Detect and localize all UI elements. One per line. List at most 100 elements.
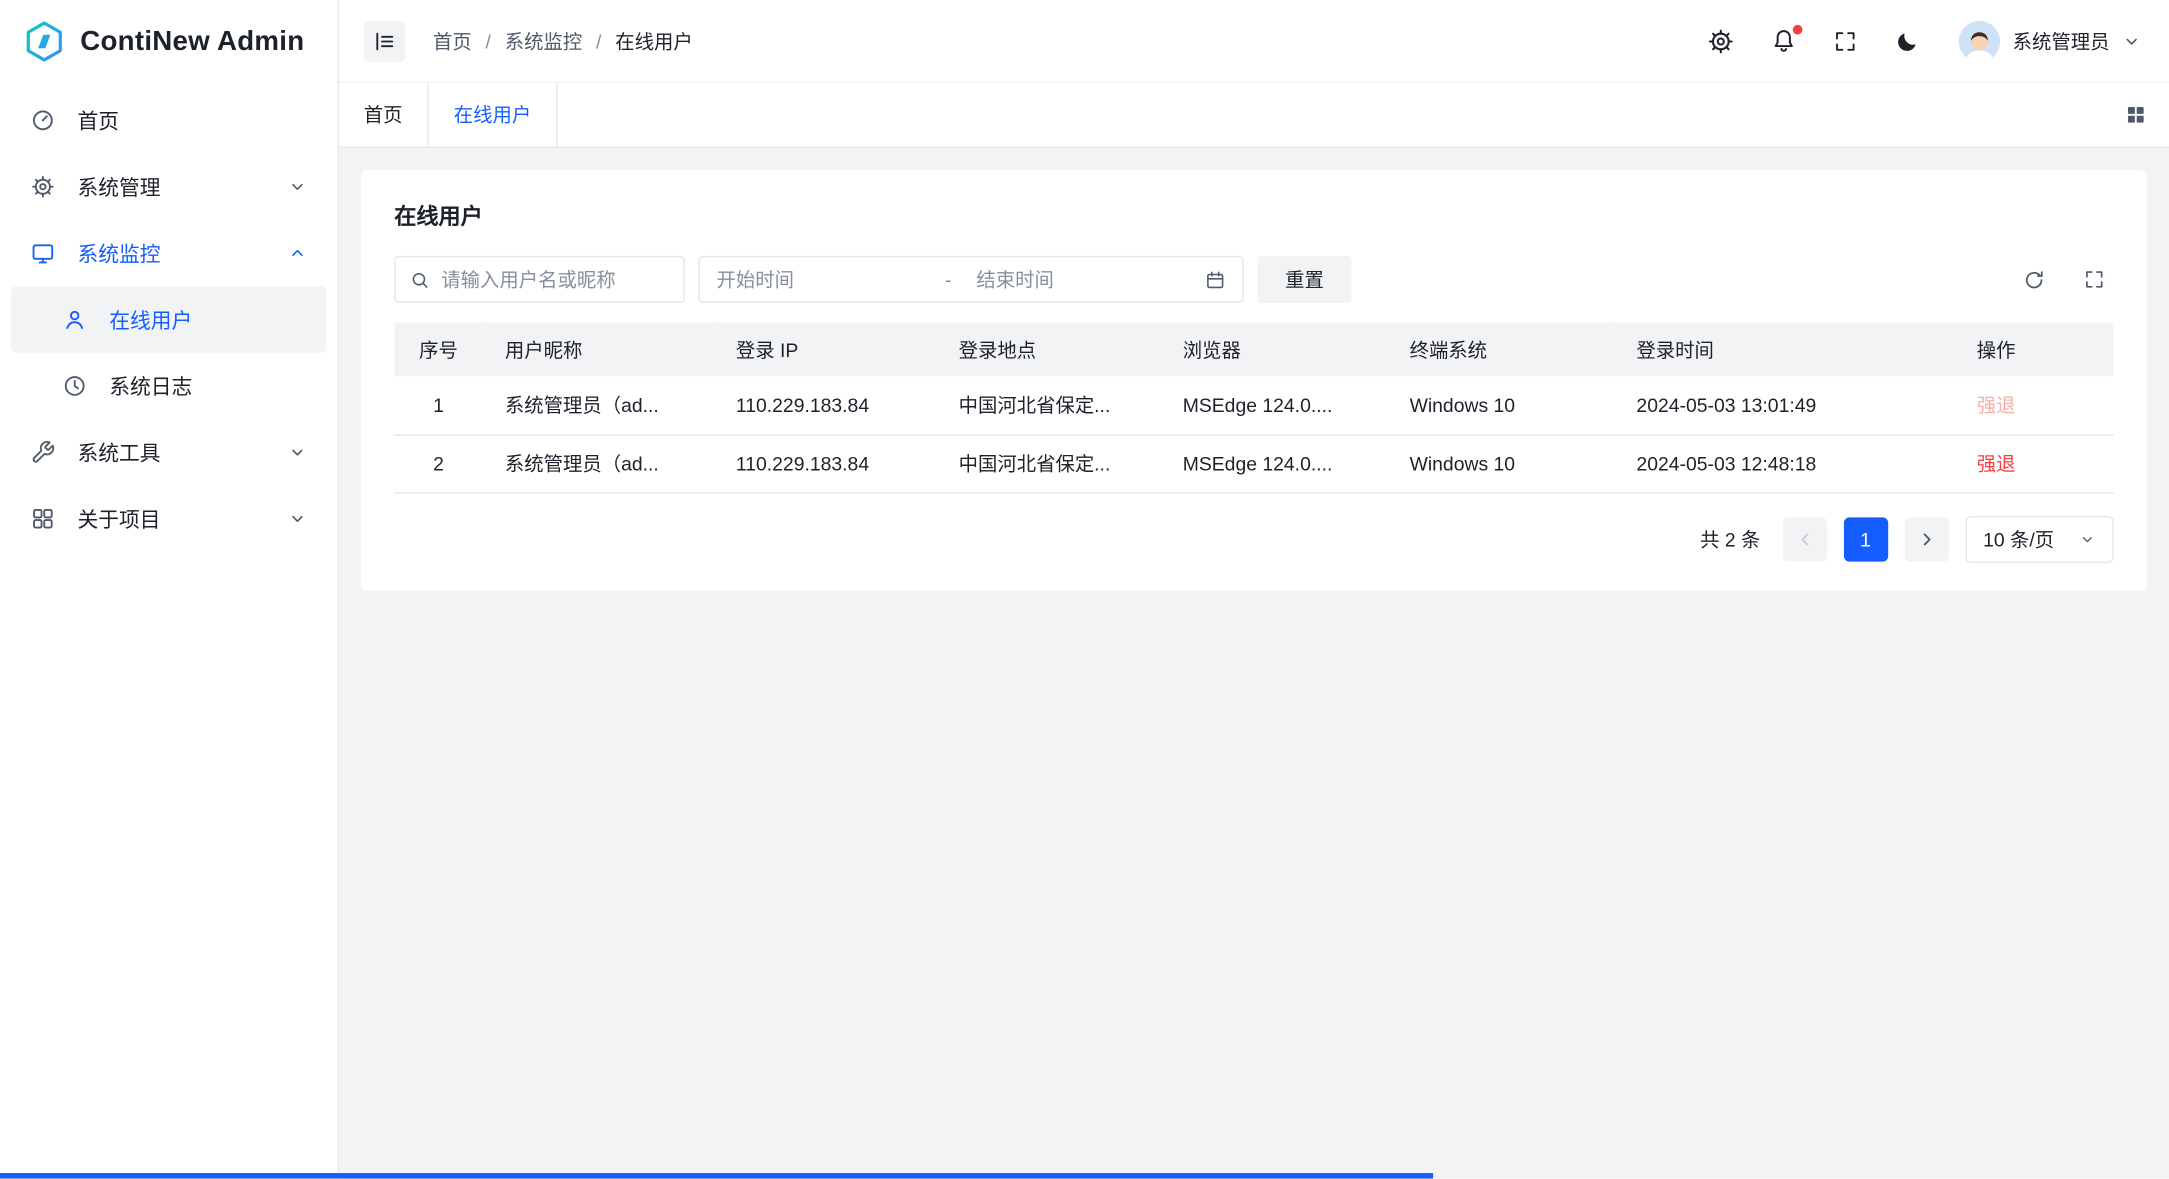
sidebar-item-system-management[interactable]: 系统管理 (11, 154, 326, 220)
sidebar-item-system-tools[interactable]: 系统工具 (11, 419, 326, 485)
column-header: 终端系统 (1387, 322, 1614, 376)
breadcrumb-separator: / (486, 30, 491, 52)
column-header: 登录 IP (714, 322, 937, 376)
notifications-icon[interactable] (1769, 27, 1797, 55)
cell-browser: MSEdge 124.0.... (1161, 434, 1388, 492)
table-header-row: 序号 用户昵称 登录 IP 登录地点 浏览器 终端系统 登录时间 操作 (394, 322, 2113, 376)
apps-icon (30, 506, 55, 531)
user-menu[interactable]: 系统管理员 (1959, 20, 2142, 61)
grid-icon[interactable] (2125, 104, 2147, 126)
sidebar-item-online-users[interactable]: 在线用户 (11, 286, 326, 352)
app-title: ContiNew Admin (80, 26, 304, 58)
chevron-up-icon (288, 243, 307, 262)
sidebar-item-about-project[interactable]: 关于项目 (11, 486, 326, 552)
tab-label: 首页 (364, 101, 403, 129)
online-users-card: 在线用户 开始时间 - (361, 170, 2147, 590)
sidebar-collapse-button[interactable] (364, 20, 405, 61)
search-input-field[interactable] (441, 268, 669, 290)
page-size-select[interactable]: 10 条/页 (1965, 515, 2114, 562)
chevron-down-icon (288, 443, 307, 462)
chevron-down-icon (2079, 530, 2096, 547)
sidebar-item-label: 系统日志 (109, 371, 192, 400)
cell-os: Windows 10 (1387, 376, 1614, 434)
date-range-picker[interactable]: 开始时间 - 结束时间 (699, 256, 1244, 303)
search-input[interactable] (394, 256, 684, 303)
logo-icon (22, 19, 66, 63)
tab-label: 在线用户 (454, 101, 531, 129)
sidebar-item-label: 首页 (77, 106, 119, 135)
sidebar-item-label: 关于项目 (77, 504, 160, 533)
tabbar: 首页 在线用户 (339, 83, 2169, 148)
cell-login-time: 2024-05-03 13:01:49 (1614, 376, 1954, 434)
tool-icon (30, 440, 55, 465)
cell-ip: 110.229.183.84 (714, 434, 937, 492)
pagination-total: 共 2 条 (1700, 525, 1760, 553)
sidebar-item-home[interactable]: 首页 (11, 87, 326, 153)
search-icon (409, 269, 430, 290)
next-page-button[interactable] (1904, 517, 1948, 561)
column-header: 登录时间 (1614, 322, 1954, 376)
page-1-button[interactable]: 1 (1843, 517, 1887, 561)
breadcrumb-item-system-monitor[interactable]: 系统监控 (505, 27, 582, 55)
column-header: 用户昵称 (483, 322, 714, 376)
notification-dot (1793, 24, 1803, 34)
refresh-icon[interactable] (2020, 266, 2048, 294)
chevron-down-icon (288, 177, 307, 196)
username-label: 系统管理员 (2013, 27, 2110, 55)
cell-nickname: 系统管理员（ad... (483, 434, 714, 492)
breadcrumb-item-home[interactable]: 首页 (433, 27, 472, 55)
avatar (1959, 20, 2000, 61)
dashboard-icon (30, 108, 55, 133)
topbar: 首页 / 系统监控 / 在线用户 (339, 0, 2169, 83)
chevron-down-icon (288, 509, 307, 528)
reset-button[interactable]: 重置 (1257, 256, 1351, 303)
page-title: 在线用户 (394, 198, 2113, 231)
date-range-separator: - (945, 268, 951, 290)
app-stage: ContiNew Admin 首页 (0, 0, 2169, 1179)
prev-page-button[interactable] (1783, 517, 1827, 561)
cell-nickname: 系统管理员（ad... (483, 376, 714, 434)
dark-mode-icon[interactable] (1894, 27, 1922, 55)
expand-icon[interactable] (2080, 266, 2108, 294)
force-logout-link[interactable]: 强退 (1977, 452, 2016, 474)
cell-location: 中国河北省保定... (936, 376, 1160, 434)
chevron-down-icon (2122, 31, 2141, 50)
cell-no: 1 (394, 376, 483, 434)
column-header: 浏览器 (1161, 322, 1388, 376)
content-area: 在线用户 开始时间 - (339, 148, 2169, 1179)
sidebar-item-system-monitor[interactable]: 系统监控 (11, 220, 326, 286)
cell-no: 2 (394, 434, 483, 492)
calendar-icon (1205, 269, 1226, 290)
sidebar-item-system-logs[interactable]: 系统日志 (11, 353, 326, 419)
breadcrumb: 首页 / 系统监控 / 在线用户 (433, 27, 693, 55)
breadcrumb-item-current: 在线用户 (615, 27, 692, 55)
table-row: 1 系统管理员（ad... 110.229.183.84 中国河北省保定... … (394, 376, 2113, 434)
page-size-label: 10 条/页 (1983, 525, 2054, 553)
sidebar-item-label: 在线用户 (109, 305, 192, 334)
sidebar-menu: 首页 系统管理 (0, 83, 338, 556)
sidebar: ContiNew Admin 首页 (0, 0, 339, 1179)
column-header: 登录地点 (936, 322, 1160, 376)
column-header: 序号 (394, 322, 483, 376)
user-icon (62, 307, 87, 332)
tab-home[interactable]: 首页 (339, 83, 429, 147)
bottom-progress-bar (0, 1173, 1433, 1179)
table-row: 2 系统管理员（ad... 110.229.183.84 中国河北省保定... … (394, 434, 2113, 492)
sidebar-item-label: 系统工具 (77, 438, 160, 467)
fullscreen-icon[interactable] (1831, 27, 1859, 55)
clock-icon (62, 373, 87, 398)
settings-icon[interactable] (1707, 27, 1735, 55)
date-start-placeholder: 开始时间 (717, 266, 945, 294)
sidebar-item-label: 系统管理 (77, 172, 160, 201)
main-column: 首页 / 系统监控 / 在线用户 (339, 0, 2169, 1179)
force-logout-link[interactable]: 强退 (1977, 394, 2016, 416)
cell-login-time: 2024-05-03 12:48:18 (1614, 434, 1954, 492)
date-end-placeholder: 结束时间 (976, 266, 1204, 294)
tab-online-users[interactable]: 在线用户 (429, 83, 558, 147)
app-logo[interactable]: ContiNew Admin (0, 0, 338, 83)
filter-toolbar: 开始时间 - 结束时间 重置 (394, 256, 2113, 303)
topbar-actions: 系统管理员 (1707, 20, 2141, 61)
pagination: 共 2 条 1 10 条/页 (394, 515, 2113, 562)
gear-icon (30, 174, 55, 199)
online-users-table: 序号 用户昵称 登录 IP 登录地点 浏览器 终端系统 登录时间 操作 (394, 322, 2113, 493)
